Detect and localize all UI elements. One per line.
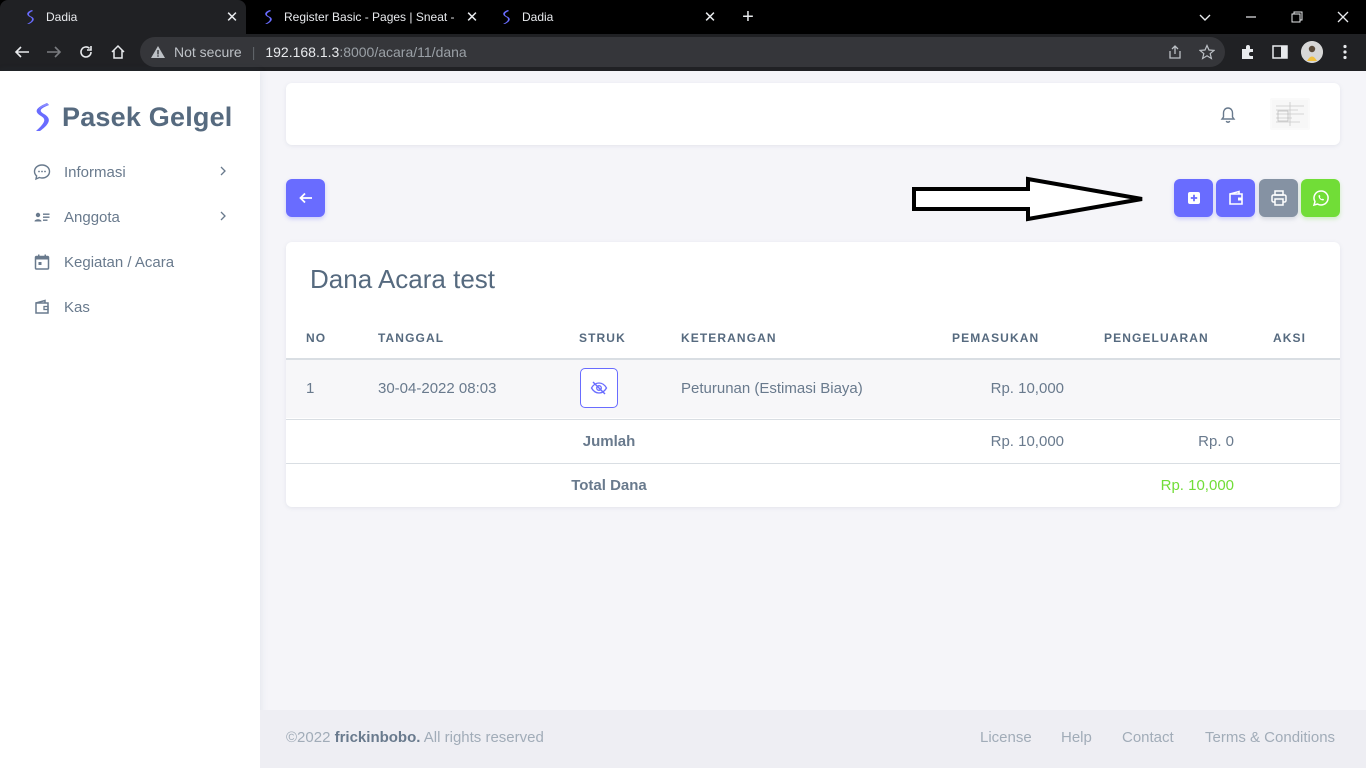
column-header-aksi: AKSI <box>1273 331 1307 345</box>
browser-tab[interactable]: Dadia ✕ <box>488 0 724 34</box>
whatsapp-button[interactable] <box>1301 179 1340 217</box>
tab-favicon-icon <box>27 10 34 24</box>
tab-close-icon[interactable]: ✕ <box>224 8 240 26</box>
tab-favicon-icon <box>503 10 510 24</box>
home-icon[interactable] <box>104 38 132 66</box>
browser-tab[interactable]: Register Basic - Pages | Sneat - B ✕ <box>248 0 486 34</box>
chat-bubble-icon <box>32 162 52 182</box>
reload-icon[interactable] <box>72 38 100 66</box>
browser-menu-icon[interactable] <box>1336 43 1354 61</box>
footer-link-help[interactable]: Help <box>1061 729 1092 746</box>
column-header-no: NO <box>306 331 327 345</box>
footer-link-license[interactable]: License <box>980 729 1032 746</box>
url-path: :8000/acara/11/dana <box>339 44 467 60</box>
warning-icon <box>151 46 165 58</box>
not-secure-label: Not secure <box>174 44 242 60</box>
column-header-tanggal: TANGGAL <box>378 331 445 345</box>
browser-tab-strip: Dadia ✕ Register Basic - Pages | Sneat -… <box>0 0 1366 34</box>
column-header-pemasukan: PEMASUKAN <box>952 331 1040 345</box>
wallet-icon <box>32 297 52 317</box>
annotation-arrow <box>912 176 1143 222</box>
brand[interactable]: Pasek Gelgel <box>30 101 233 133</box>
chevron-right-icon <box>220 211 226 221</box>
view-struk-button[interactable] <box>580 368 618 408</box>
jumlah-pemasukan: Rp. 10,000 <box>990 433 1064 450</box>
sidebar: Pasek Gelgel Informasi Anggota Kegiatan … <box>0 71 260 768</box>
footer-link-contact[interactable]: Contact <box>1122 729 1174 746</box>
bell-icon[interactable] <box>1218 105 1238 125</box>
wallet-icon <box>1228 190 1243 205</box>
eye-off-icon <box>590 381 608 395</box>
minimize-icon[interactable] <box>1228 0 1274 34</box>
user-avatar[interactable] <box>1270 98 1310 130</box>
tab-title: Dadia <box>46 10 78 24</box>
browser-tab-active[interactable]: Dadia ✕ <box>0 0 246 34</box>
total-dana-value: Rp. 10,000 <box>1160 477 1234 494</box>
jumlah-pengeluaran: Rp. 0 <box>1198 433 1234 450</box>
whatsapp-icon <box>1312 190 1329 207</box>
sidebar-item-kas[interactable]: Kas <box>16 288 244 326</box>
footer-copyright: ©2022 frickinbobo. All rights reserved <box>286 729 544 746</box>
tab-close-icon[interactable]: ✕ <box>702 8 718 26</box>
back-nav-icon[interactable] <box>8 38 36 66</box>
sidebar-item-label: Anggota <box>64 208 120 226</box>
add-transaction-button[interactable] <box>1174 179 1213 217</box>
tab-title: Register Basic - Pages | Sneat - B <box>284 10 456 24</box>
restore-icon[interactable] <box>1274 0 1320 34</box>
sidebar-item-label: Kas <box>64 298 90 316</box>
address-bar[interactable]: Not secure | 192.168.1.3:8000/acara/11/d… <box>140 37 1225 67</box>
brand-logo-icon <box>36 103 49 131</box>
column-header-struk: STRUK <box>579 331 626 345</box>
sidebar-item-label: Informasi <box>64 163 126 181</box>
browser-toolbar: Not secure | 192.168.1.3:8000/acara/11/d… <box>0 34 1366 71</box>
calendar-icon <box>32 252 52 272</box>
footer: ©2022 frickinbobo. All rights reserved L… <box>260 710 1366 768</box>
cell-no: 1 <box>306 380 315 397</box>
id-card-icon <box>32 207 52 227</box>
back-button[interactable] <box>286 179 325 217</box>
footer-author-link[interactable]: frickinbobo. <box>335 729 421 746</box>
arrow-left-icon <box>298 192 312 204</box>
print-button[interactable] <box>1259 179 1298 217</box>
jumlah-label: Jumlah <box>582 433 636 450</box>
chevron-right-icon <box>220 166 226 176</box>
printer-icon <box>1270 190 1287 206</box>
dana-card: Dana Acara test NO TANGGAL STRUK KETERAN… <box>286 242 1340 507</box>
cell-keterangan: Peturunan (Estimasi Biaya) <box>681 380 863 397</box>
column-header-keterangan: KETERANGAN <box>681 331 777 345</box>
footer-link-terms[interactable]: Terms & Conditions <box>1205 729 1335 746</box>
tab-close-icon[interactable]: ✕ <box>464 8 480 26</box>
total-dana-label: Total Dana <box>571 477 647 494</box>
bookmark-star-icon[interactable] <box>1199 44 1215 60</box>
tab-title: Dadia <box>522 10 554 24</box>
brand-name: Pasek Gelgel <box>62 101 233 132</box>
tab-search-chevron-icon[interactable] <box>1182 0 1228 34</box>
sidebar-item-kegiatan[interactable]: Kegiatan / Acara <box>16 243 244 281</box>
cell-tanggal: 30-04-2022 08:03 <box>378 380 497 397</box>
profile-avatar[interactable] <box>1301 41 1323 63</box>
top-navbar <box>286 83 1340 145</box>
url-host: 192.168.1.3 <box>265 44 340 60</box>
sidebar-item-label: Kegiatan / Acara <box>64 253 175 271</box>
wallet-button[interactable] <box>1216 179 1255 217</box>
share-icon[interactable] <box>1167 44 1183 60</box>
sidebar-item-informasi[interactable]: Informasi <box>16 153 244 191</box>
tab-favicon-icon <box>265 10 272 24</box>
cell-pemasukan: Rp. 10,000 <box>990 380 1064 397</box>
column-header-pengeluaran: PENGELUARAN <box>1104 331 1209 345</box>
new-tab-icon[interactable]: + <box>738 7 758 27</box>
side-panel-icon[interactable] <box>1271 43 1289 61</box>
sidebar-item-anggota[interactable]: Anggota <box>16 198 244 236</box>
card-title: Dana Acara test <box>310 264 495 294</box>
plus-square-icon <box>1187 192 1200 204</box>
forward-nav-icon[interactable] <box>40 38 68 66</box>
close-window-icon[interactable] <box>1320 0 1366 34</box>
extensions-puzzle-icon[interactable] <box>1239 43 1257 61</box>
